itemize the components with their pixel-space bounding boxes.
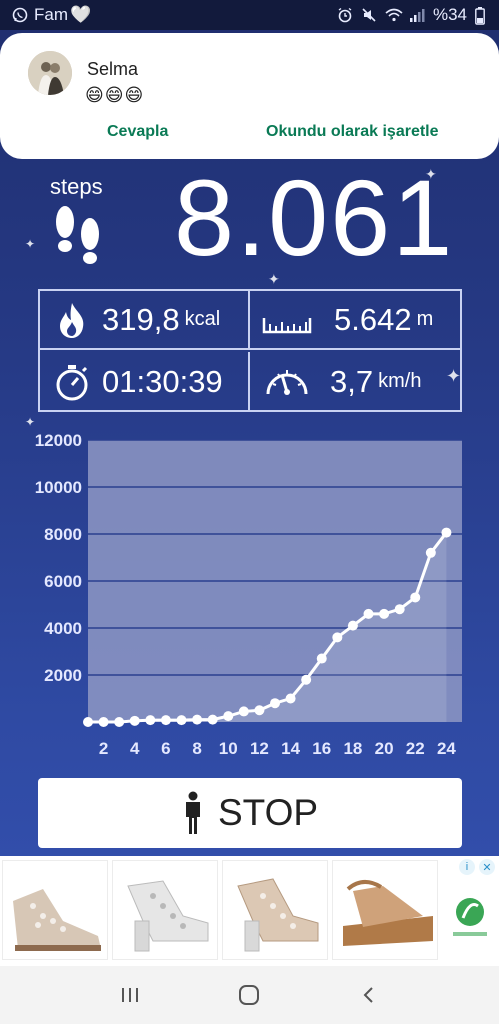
data-point [301,674,312,685]
ad-product-heel-white[interactable] [112,860,218,960]
x-tick-label: 16 [312,739,331,758]
duration-stat: 01:30:39 [40,352,250,411]
y-tick-label: 2000 [44,666,82,685]
home-button[interactable] [229,975,269,1015]
status-bar: Fam 🤍 %34 [0,0,499,30]
speed-unit: km/h [378,370,422,392]
data-point [114,717,125,727]
distance-value: 5.642 [334,301,412,337]
y-tick-label: 10000 [35,478,82,497]
recents-button[interactable] [110,975,150,1015]
data-point [192,714,203,725]
data-point [425,547,436,558]
step-count: 8.061 [174,157,455,278]
data-point [176,715,187,726]
x-tick-label: 10 [219,739,238,758]
ad-banner[interactable]: i ✕ [0,856,499,966]
battery-text: %34 [432,5,467,24]
ad-product-sandal[interactable] [2,860,108,960]
heart-emoji: 🤍 [70,5,92,24]
data-point [160,715,171,726]
data-point [83,717,93,727]
y-tick-label: 4000 [44,619,82,638]
x-tick-label: 2 [99,739,108,758]
ad-close-icon[interactable]: ✕ [479,859,495,875]
x-tick-label: 24 [437,739,456,758]
data-point [207,714,218,725]
flame-icon [52,300,92,340]
x-tick-label: 18 [343,739,362,758]
person-icon [182,791,204,835]
ad-advertiser-logo[interactable] [443,860,497,960]
reply-button[interactable]: Cevapla [107,123,168,141]
ad-product-heel-beige[interactable] [222,860,328,960]
data-point [316,653,327,664]
ruler-icon [262,300,312,340]
status-app-label: Fam [34,5,68,24]
distance-stat: 5.642 m [250,291,460,350]
calories-value: 319,8 [102,301,180,337]
data-point [270,698,280,709]
data-point [223,711,234,722]
whatsapp-icon [12,7,28,23]
data-point [285,693,296,704]
data-point [410,592,421,603]
data-point [145,715,156,726]
alarm-icon [337,7,353,23]
ad-product-wedge[interactable] [332,860,438,960]
data-point [363,608,374,619]
data-point [254,705,265,716]
x-tick-label: 20 [375,739,394,758]
data-point [98,717,109,727]
data-point [379,608,390,619]
y-tick-label: 12000 [35,431,82,450]
data-point [441,527,452,538]
x-tick-label: 4 [130,739,140,758]
data-point [347,620,358,631]
message-notification[interactable]: Selma 😄😄😄 Cevapla Okundu olarak işaretle [0,33,499,159]
signal-icon [409,7,425,23]
y-tick-label: 8000 [44,525,82,544]
message-preview: 😄😄😄 [85,85,145,105]
x-tick-label: 12 [250,739,269,758]
wifi-icon [385,7,403,23]
calories-unit: kcal [184,308,221,330]
data-point [394,604,405,615]
system-nav-bar [0,966,499,1024]
footprints-icon [48,200,108,270]
y-tick-label: 6000 [44,572,82,591]
speed-stat: 3,7 km/h [250,352,460,411]
mark-as-read-button[interactable]: Okundu olarak işaretle [266,123,439,141]
speed-value: 3,7 [330,363,374,399]
x-tick-label: 6 [161,739,170,758]
speedometer-icon [262,362,312,402]
distance-unit: m [416,308,434,330]
steps-label: steps [50,174,103,199]
stop-label: STOP [217,792,319,833]
steps-chart: 200040006000800010000120002 4 6 8 10 12 14 16 18… [35,431,462,758]
sender-name: Selma [87,59,139,79]
x-tick-label: 14 [281,739,300,758]
data-point [238,706,249,717]
mute-icon [361,7,377,23]
sparkle-star: ✦ [25,237,36,251]
stop-button[interactable]: STOP [38,778,462,848]
duration-value: 01:30:39 [102,363,223,399]
back-button[interactable] [349,975,389,1015]
data-point [129,715,140,726]
calories-stat: 319,8 kcal [40,291,250,350]
stopwatch-icon [52,362,92,402]
battery-icon [475,7,487,25]
x-tick-label: 8 [192,739,201,758]
sender-avatar [28,51,72,95]
x-tick-label: 22 [406,739,425,758]
ad-info-icon[interactable]: i [459,859,475,875]
data-point [332,632,343,643]
stats-grid: 319,8 kcal 5.642 m 01:30:39 3,7 km/h [38,289,462,412]
ad-controls: i ✕ [459,859,495,875]
